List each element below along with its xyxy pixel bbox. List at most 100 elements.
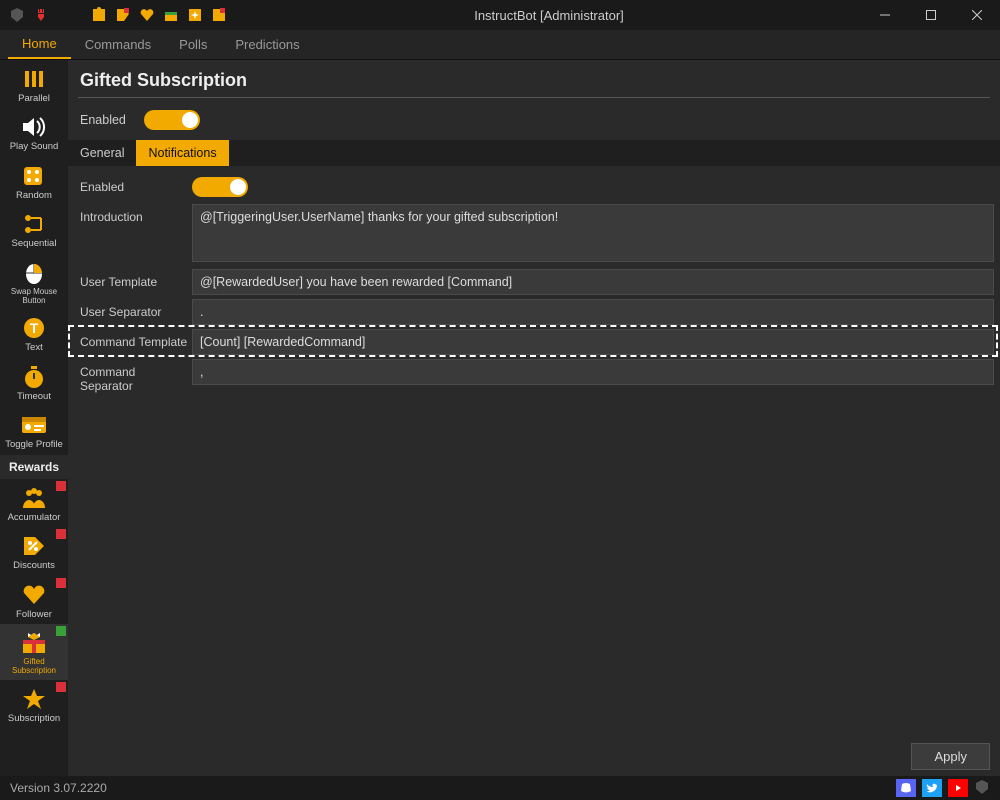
sidebar-item-follower[interactable]: Follower <box>0 576 68 624</box>
sidebar-item-play-sound[interactable]: Play Sound <box>0 108 68 156</box>
heart-icon[interactable] <box>138 6 156 24</box>
badge-indicator <box>56 626 66 636</box>
status-right-icons <box>896 779 990 798</box>
stopwatch-icon <box>19 364 49 390</box>
svg-text:T: T <box>30 320 39 336</box>
badge-indicator <box>56 578 66 588</box>
sidebar-item-gifted-subscription[interactable]: Gifted Subscription <box>0 624 68 680</box>
badge-indicator <box>56 481 66 491</box>
menu-bar: Home Commands Polls Predictions <box>0 30 1000 60</box>
tag-icon[interactable] <box>114 6 132 24</box>
mouse-icon <box>19 260 49 286</box>
user-template-input[interactable] <box>192 269 994 295</box>
command-template-label: Command Template <box>74 329 192 355</box>
sidebar-item-label: Sequential <box>12 239 57 249</box>
sequential-icon <box>19 211 49 237</box>
twitter-icon[interactable] <box>922 779 942 797</box>
discount-icon <box>19 533 49 559</box>
parallel-icon <box>19 66 49 92</box>
title-underline <box>78 97 990 98</box>
sidebar-item-label: Swap Mouse Button <box>2 288 66 306</box>
star-icon <box>19 686 49 712</box>
sidebar-item-label: Parallel <box>18 94 50 104</box>
sidebar-item-discounts[interactable]: Discounts <box>0 527 68 575</box>
sidebar-item-label: Toggle Profile <box>5 440 63 450</box>
sidebar-item-label: Play Sound <box>10 142 59 152</box>
sidebar-item-parallel[interactable]: Parallel <box>0 60 68 108</box>
sidebar-section-rewards: Rewards <box>0 455 68 479</box>
sidebar: Parallel Play Sound Random Sequential Sw… <box>0 60 68 776</box>
heart-icon <box>19 582 49 608</box>
title-bar-left-icons <box>0 6 58 24</box>
command-template-input[interactable] <box>192 329 994 355</box>
badge-indicator <box>56 529 66 539</box>
version-label: Version 3.07.2220 <box>10 781 107 795</box>
user-separator-label: User Separator <box>74 299 192 325</box>
sub-tabs: General Notifications <box>68 140 1000 166</box>
user-separator-input[interactable] <box>192 299 994 325</box>
sidebar-item-random[interactable]: Random <box>0 157 68 205</box>
sidebar-item-swap-mouse[interactable]: Swap Mouse Button <box>0 254 68 310</box>
command-separator-input[interactable] <box>192 359 994 385</box>
sparkle-icon[interactable] <box>186 6 204 24</box>
maximize-button[interactable] <box>908 0 954 30</box>
window-controls <box>862 0 1000 30</box>
sidebar-item-label: Timeout <box>17 392 51 402</box>
tab-notifications[interactable]: Notifications <box>136 140 228 166</box>
sidebar-item-label: Discounts <box>13 561 55 571</box>
sidebar-section-label: Rewards <box>9 460 59 474</box>
page-title: Gifted Subscription <box>68 60 1000 97</box>
sidebar-item-toggle-profile[interactable]: Toggle Profile <box>0 406 68 454</box>
app-icon-small[interactable] <box>974 779 990 798</box>
sidebar-item-timeout[interactable]: Timeout <box>0 358 68 406</box>
accumulator-icon <box>19 485 49 511</box>
title-bar: InstructBot [Administrator] <box>0 0 1000 30</box>
plug-icon[interactable] <box>32 6 50 24</box>
apply-row: Apply <box>68 737 1000 776</box>
dice-icon <box>19 163 49 189</box>
star-small-icon[interactable] <box>210 6 228 24</box>
puzzle-icon[interactable] <box>90 6 108 24</box>
notif-enabled-toggle[interactable] <box>192 177 248 197</box>
menu-polls[interactable]: Polls <box>165 31 221 58</box>
discord-icon[interactable] <box>896 779 916 797</box>
menu-predictions[interactable]: Predictions <box>221 31 313 58</box>
enabled-row: Enabled <box>68 106 1000 134</box>
sidebar-item-label: Gifted Subscription <box>2 658 66 676</box>
enabled-label: Enabled <box>80 113 134 127</box>
title-bar-tool-icons <box>82 6 236 24</box>
introduction-label: Introduction <box>74 204 192 265</box>
apply-button[interactable]: Apply <box>911 743 990 770</box>
menu-commands[interactable]: Commands <box>71 31 165 58</box>
youtube-icon[interactable] <box>948 779 968 797</box>
notifications-form: Enabled Introduction User Template User … <box>68 174 1000 403</box>
tab-general[interactable]: General <box>68 140 136 166</box>
command-separator-label: Command Separator <box>74 359 192 399</box>
menu-home[interactable]: Home <box>8 30 71 59</box>
sidebar-item-label: Follower <box>16 610 52 620</box>
close-button[interactable] <box>954 0 1000 30</box>
enabled-toggle[interactable] <box>144 110 200 130</box>
minimize-button[interactable] <box>862 0 908 30</box>
sidebar-item-label: Random <box>16 191 52 201</box>
gift-icon <box>19 630 49 656</box>
app-icon <box>8 6 26 24</box>
introduction-input[interactable] <box>192 204 994 262</box>
sidebar-item-label: Accumulator <box>8 513 61 523</box>
sound-icon <box>19 114 49 140</box>
text-icon: T <box>19 315 49 341</box>
sidebar-item-sequential[interactable]: Sequential <box>0 205 68 253</box>
sidebar-item-label: Subscription <box>8 714 60 724</box>
badge-indicator <box>56 682 66 692</box>
sidebar-item-accumulator[interactable]: Accumulator <box>0 479 68 527</box>
profile-icon <box>19 412 49 438</box>
user-template-label: User Template <box>74 269 192 295</box>
notif-enabled-label: Enabled <box>74 174 192 200</box>
window-title: InstructBot [Administrator] <box>236 8 862 23</box>
sidebar-item-subscription[interactable]: Subscription <box>0 680 68 728</box>
status-bar: Version 3.07.2220 <box>0 776 1000 800</box>
sidebar-item-text[interactable]: T Text <box>0 309 68 357</box>
sidebar-item-label: Text <box>25 343 42 353</box>
main-panel: Gifted Subscription Enabled General Noti… <box>68 60 1000 776</box>
gift-small-icon[interactable] <box>162 6 180 24</box>
